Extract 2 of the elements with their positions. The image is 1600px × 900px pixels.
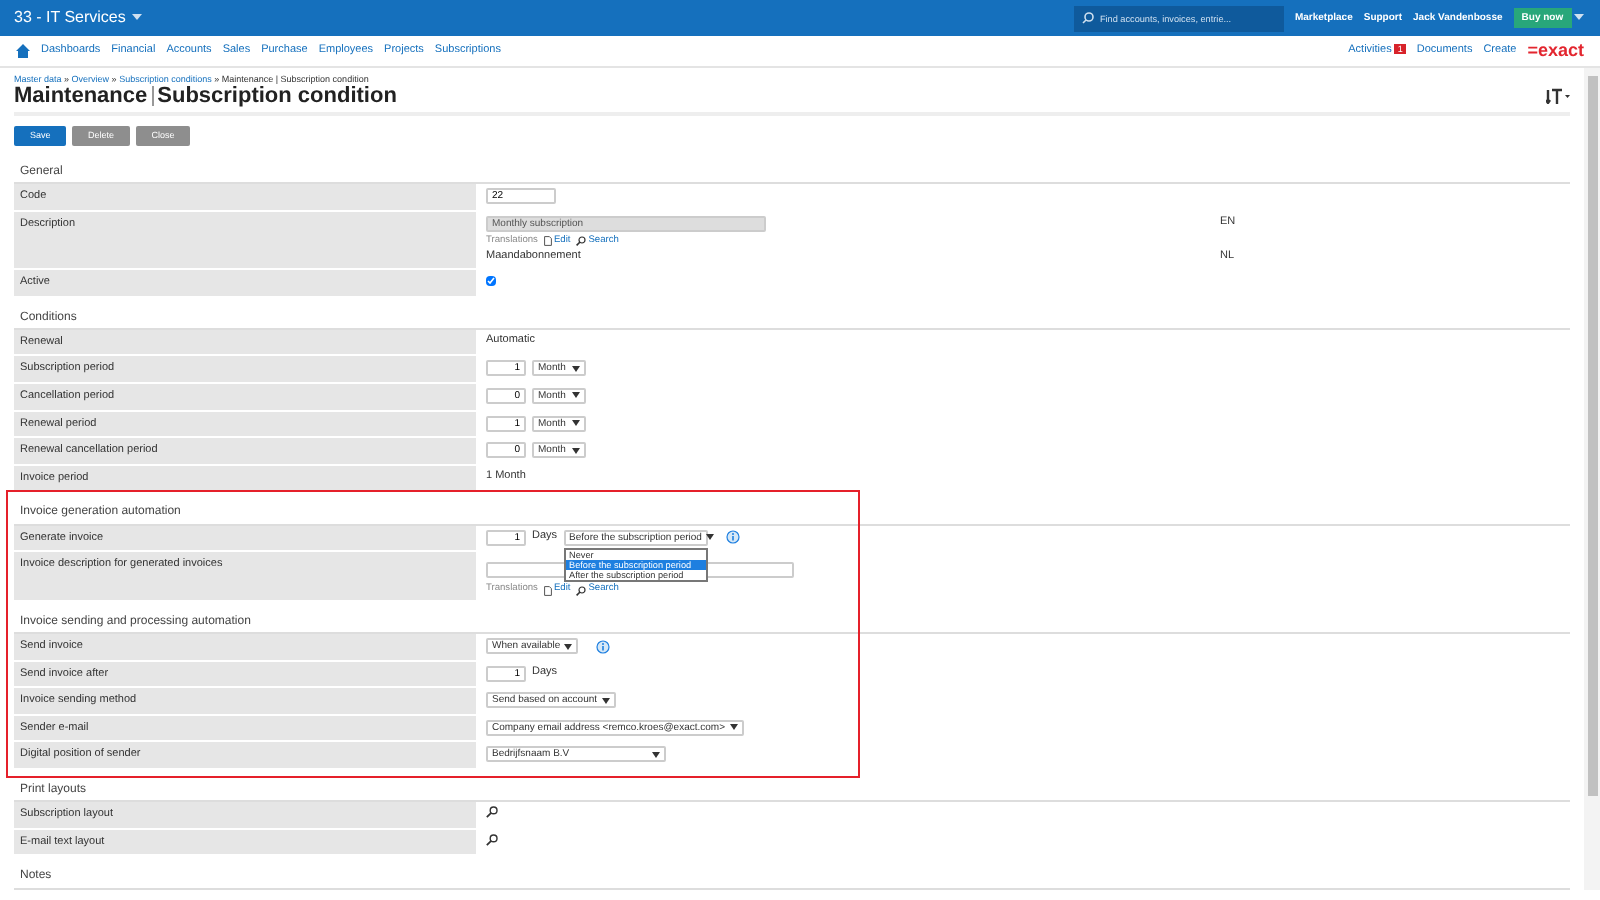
page-subtitle: Subscription condition (157, 84, 397, 109)
page-title: Maintenance (14, 84, 148, 109)
